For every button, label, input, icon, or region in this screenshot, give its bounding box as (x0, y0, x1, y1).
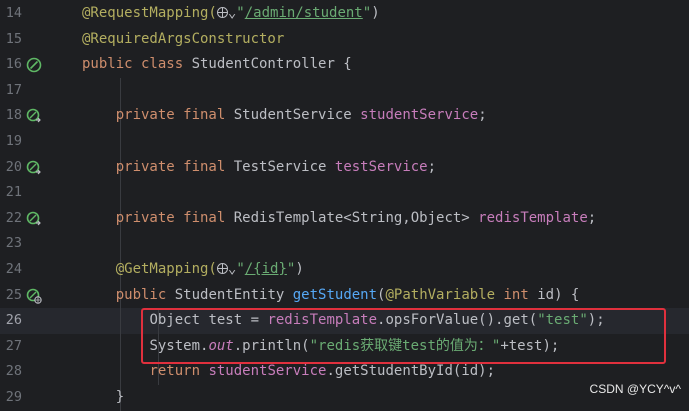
code-token: @PathVariable (385, 286, 504, 303)
code-token: id) { (537, 286, 580, 303)
code-line[interactable]: 17 (0, 77, 689, 104)
indent-guide (120, 180, 121, 206)
indent-guide (120, 77, 121, 104)
code-token: @RequestMapping( (82, 5, 217, 21)
autowired-icon[interactable] (26, 108, 42, 124)
line-number[interactable]: 26 (0, 308, 22, 334)
line-number[interactable]: 18 (0, 103, 22, 129)
code-text[interactable]: @RequestMapping(⌄"/admin/student") (82, 1, 380, 27)
code-token: StudentController { (191, 56, 352, 73)
code-text[interactable]: } (82, 385, 124, 411)
code-token: return (149, 363, 209, 380)
line-number[interactable]: 22 (0, 206, 22, 232)
line-number[interactable]: 15 (0, 27, 22, 53)
code-token: } (115, 389, 125, 405)
indent-guide (120, 231, 121, 257)
code-token: testService (334, 158, 428, 175)
line-number[interactable]: 29 (0, 385, 22, 411)
code-token: ; (478, 107, 487, 124)
code-text[interactable]: @GetMapping(⌄"/{id}") (82, 257, 304, 283)
code-line[interactable]: 14 @RequestMapping(⌄"/admin/student") (0, 1, 689, 27)
code-token: studentService (208, 363, 327, 380)
code-token: ) (371, 5, 380, 21)
code-token: int (503, 286, 538, 303)
code-token: " (236, 5, 245, 21)
code-text[interactable]: public class StudentController { (82, 52, 352, 78)
code-token: " (362, 5, 372, 21)
code-text[interactable]: @RequiredArgsConstructor (82, 27, 284, 53)
code-text[interactable]: private final TestService testService; (82, 155, 436, 181)
line-number[interactable]: 28 (0, 359, 22, 385)
code-line[interactable]: 21 (0, 180, 689, 206)
autowired-icon[interactable] (26, 211, 42, 227)
globe-icon[interactable] (216, 7, 228, 18)
code-line[interactable]: 22 private final RedisTemplate<String,Ob… (0, 205, 689, 232)
code-token: public class (82, 56, 192, 73)
code-line[interactable]: 19 (0, 129, 689, 155)
code-token: StudentEntity (174, 286, 293, 303)
code-token: @RequiredArgsConstructor (82, 30, 285, 47)
code-token: .getStudentById(id); (326, 363, 496, 380)
code-line[interactable]: 15 @RequiredArgsConstructor (0, 27, 689, 53)
code-token: /admin/student (244, 5, 363, 21)
line-number[interactable]: 23 (0, 231, 22, 257)
code-token: studentService (360, 107, 479, 124)
code-token: RedisTemplate<String,Object> (233, 209, 479, 226)
line-number[interactable]: 27 (0, 334, 22, 360)
code-token: TestService (233, 158, 335, 175)
line-number[interactable]: 19 (0, 129, 22, 155)
autowired-icon[interactable] (26, 160, 42, 176)
code-token: getStudent (292, 286, 378, 303)
code-token: private final (115, 158, 234, 175)
code-line[interactable]: 16 public class StudentController { (0, 52, 689, 78)
highlight-box (141, 308, 666, 364)
line-number[interactable]: 17 (0, 78, 22, 104)
watermark: CSDN @YCY^v^ (589, 382, 681, 396)
code-token: ) (295, 261, 304, 277)
code-token: private final (115, 209, 234, 226)
endpoint-icon[interactable] (26, 288, 42, 304)
code-line[interactable]: 23 (0, 231, 689, 257)
code-text[interactable]: public StudentEntity getStudent(@PathVar… (82, 283, 580, 309)
code-text[interactable]: private final RedisTemplate<String,Objec… (82, 206, 596, 232)
code-token: /{id} (244, 261, 287, 277)
code-token: ; (427, 158, 437, 175)
indent-guide (120, 129, 121, 155)
line-number[interactable]: 20 (0, 155, 22, 181)
line-number[interactable]: 25 (0, 283, 22, 309)
line-number[interactable]: 21 (0, 180, 22, 206)
code-line[interactable]: 20 private final TestService testService… (0, 154, 689, 181)
code-token: private final (115, 107, 234, 124)
code-token: ; (587, 209, 597, 226)
line-number[interactable]: 14 (0, 1, 22, 27)
globe-icon[interactable] (216, 263, 228, 274)
code-line[interactable]: 18 private final StudentService studentS… (0, 103, 689, 129)
code-token: StudentService (233, 107, 361, 124)
code-line[interactable]: 24 @GetMapping(⌄"/{id}") (0, 257, 689, 283)
bean-icon[interactable] (26, 57, 42, 73)
code-token: " (236, 261, 245, 277)
code-text[interactable]: private final StudentService studentServ… (82, 103, 487, 129)
code-token: redisTemplate (478, 209, 588, 226)
code-line[interactable]: 25 public StudentEntity getStudent(@Path… (0, 282, 689, 309)
code-token: @GetMapping( (115, 261, 217, 277)
line-number[interactable]: 24 (0, 257, 22, 283)
line-number[interactable]: 16 (0, 52, 22, 78)
code-line[interactable]: 29 } (0, 385, 689, 411)
code-token: public (115, 286, 175, 303)
